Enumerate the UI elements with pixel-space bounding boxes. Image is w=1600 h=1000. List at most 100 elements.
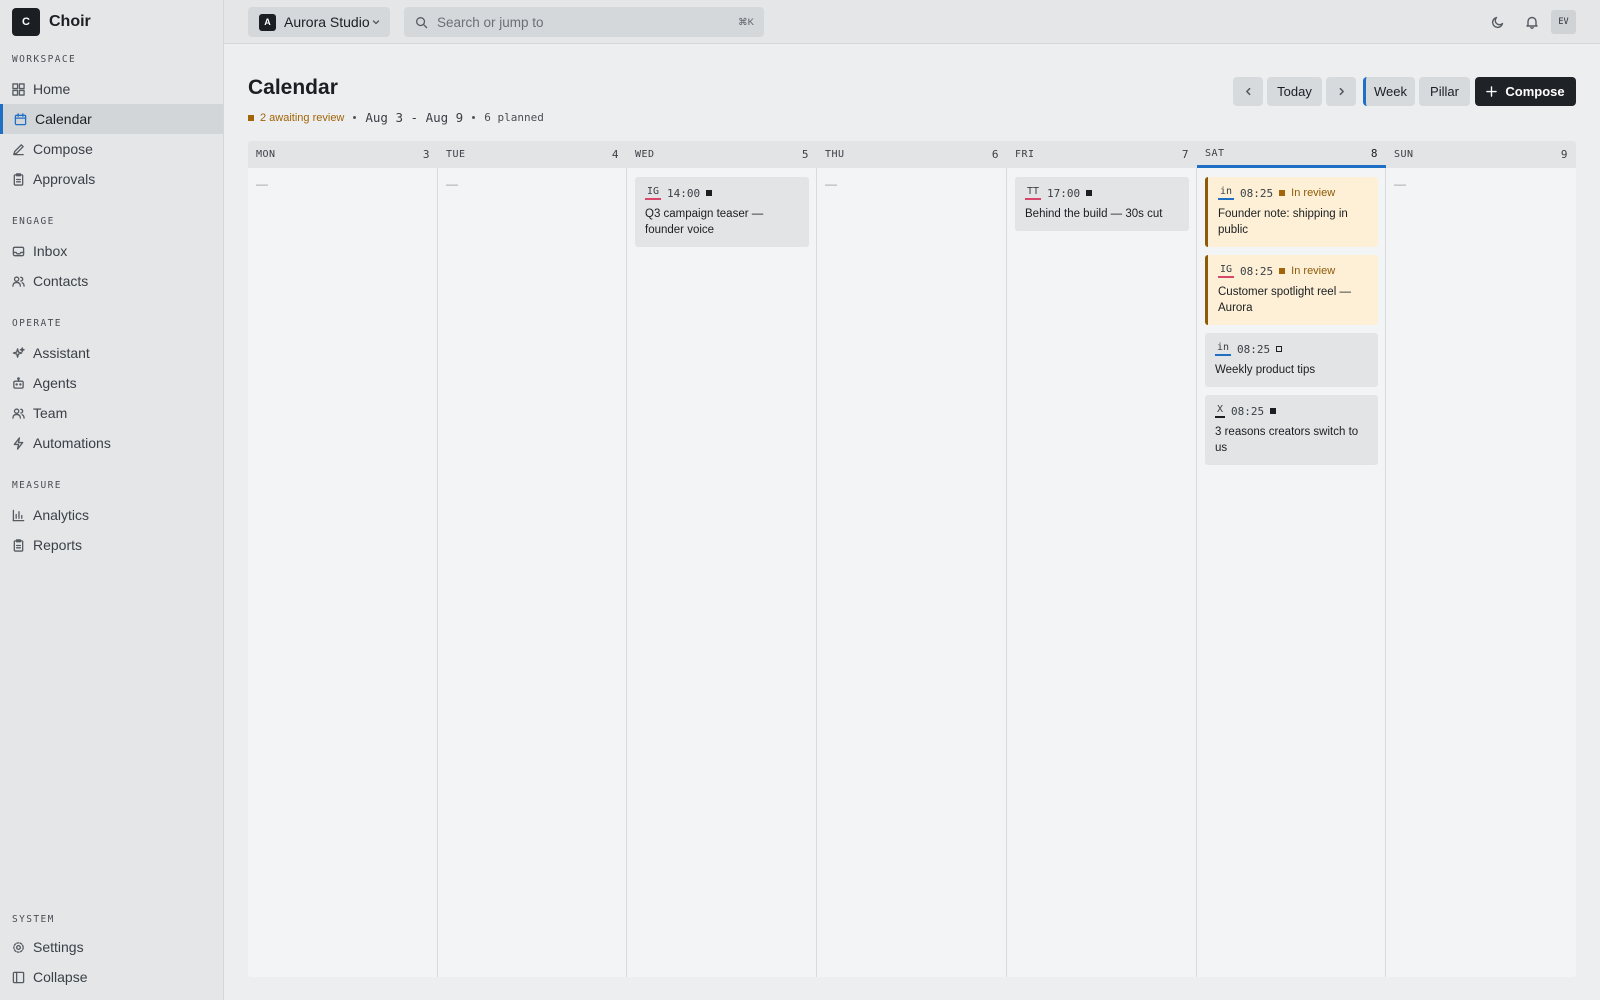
sidebar-item-analytics[interactable]: Analytics (0, 500, 223, 530)
sidebar-item-label: Compose (33, 141, 93, 157)
calendar-summary: 2 awaiting review Aug 3 - Aug 9 6 planne… (248, 110, 544, 125)
clipboard-icon (13, 172, 24, 186)
status-indicator (1276, 346, 1283, 352)
nav-heading-measure: MEASURE (12, 480, 62, 491)
sidebar-item-label: Calendar (35, 111, 92, 127)
compose-label: Compose (1505, 84, 1565, 99)
separator-dot (353, 116, 357, 119)
search-input[interactable]: Search or jump to ⌘K (404, 7, 764, 37)
empty-day-marker: — (256, 177, 268, 191)
sidebar-item-contacts[interactable]: Contacts (0, 266, 223, 296)
empty-day-marker: — (446, 177, 458, 191)
calendar-icon (14, 112, 27, 125)
post-card[interactable]: in 08:25 Weekly product tips (1205, 333, 1378, 387)
day-column-tue[interactable]: — (438, 168, 627, 977)
theme-toggle-button[interactable] (1488, 12, 1508, 32)
day-header-thu: THU 6 (817, 141, 1007, 168)
day-number: 3 (422, 148, 430, 161)
sidebar-item-team[interactable]: Team (0, 398, 223, 428)
search-shortcut: ⌘K (738, 16, 754, 28)
team-icon (12, 407, 25, 419)
gear-icon (13, 941, 24, 953)
post-time: 08:25 (1240, 186, 1274, 200)
day-name: FRI (1015, 149, 1035, 160)
prev-week-button[interactable] (1233, 77, 1263, 106)
day-header-tue: TUE 4 (438, 141, 627, 168)
nav-heading-system: SYSTEM (12, 914, 55, 925)
brand-name: Choir (49, 13, 91, 30)
grid-icon (12, 82, 25, 96)
sidebar-item-automations[interactable]: Automations (0, 428, 223, 458)
platform-badge: TT (1025, 186, 1042, 200)
day-name: SUN (1394, 149, 1414, 160)
post-title: Customer spotlight reel — Aurora (1218, 286, 1351, 314)
post-time: 08:25 (1240, 264, 1274, 278)
sidebar-item-compose[interactable]: Compose (0, 134, 223, 164)
sidebar-item-label: Collapse (33, 969, 88, 985)
nav-heading-workspace: WORKSPACE (12, 54, 77, 65)
day-column-mon[interactable]: — (248, 168, 438, 977)
post-card[interactable]: in 08:25 In review Founder note: shipping i… (1205, 177, 1378, 247)
sidebar-item-label: Settings (33, 939, 84, 955)
moon-icon (1491, 16, 1504, 29)
sidebar-item-settings[interactable]: Settings (0, 932, 223, 962)
post-title: Q3 campaign teaser — founder voice (645, 208, 764, 236)
sidebar-item-assistant[interactable]: Assistant (0, 338, 223, 368)
brand-logo: C (12, 8, 40, 36)
user-avatar[interactable]: EV (1551, 10, 1576, 34)
sidebar-item-collapse[interactable]: Collapse (0, 962, 223, 992)
platform-badge: IG (1218, 264, 1235, 278)
sidebar-item-inbox[interactable]: Inbox (0, 236, 223, 266)
sidebar-item-label: Inbox (33, 243, 68, 259)
sidebar-item-approvals[interactable]: Approvals (0, 164, 223, 194)
view-week-button[interactable]: Week (1363, 77, 1415, 106)
platform-badge: IG (645, 186, 662, 200)
search-placeholder: Search or jump to (437, 14, 544, 30)
post-card[interactable]: IG 08:25 In review Customer spotlight reel … (1205, 255, 1378, 325)
day-column-sat[interactable]: in 08:25 In review Founder note: shipping i… (1197, 168, 1386, 977)
notifications-button[interactable] (1522, 12, 1542, 32)
post-card[interactable]: X 08:25 3 reasons creators switch to us (1205, 395, 1378, 465)
day-column-wed[interactable]: IG 14:00 Q3 campaign teaser — founder voic… (627, 168, 817, 977)
post-time: 14:00 (667, 186, 701, 200)
calendar-week-grid: MON 3 — TUE 4 — WED 5 IG 14:00 Q3 campaign teaser … (248, 141, 1576, 977)
awaiting-review-link[interactable]: 2 awaiting review (260, 112, 344, 124)
day-column-fri[interactable]: TT 17:00 Behind the build — 30s cut (1007, 168, 1197, 977)
sidebar-item-reports[interactable]: Reports (0, 530, 223, 560)
empty-day-marker: — (825, 177, 837, 191)
day-name: MON (256, 149, 276, 160)
sparkle-icon (12, 346, 25, 358)
sidebar-item-calendar[interactable]: Calendar (0, 104, 223, 134)
nav-heading-engage: ENGAGE (12, 216, 55, 227)
day-header-sat: SAT 8 (1197, 141, 1386, 168)
sidebar-item-label: Home (33, 81, 71, 97)
post-time: 08:25 (1237, 342, 1271, 356)
day-column-thu[interactable]: — (817, 168, 1007, 977)
page-title: Calendar (248, 76, 338, 99)
sidebar-item-home[interactable]: Home (0, 74, 223, 104)
sidebar-item-agents[interactable]: Agents (0, 368, 223, 398)
day-number: 8 (1370, 146, 1378, 160)
plus-icon (1486, 86, 1498, 97)
status-indicator (1270, 408, 1277, 414)
pen-icon (13, 143, 24, 155)
workspace-switcher[interactable]: A Aurora Studio (248, 7, 390, 37)
sidebar-item-label: Approvals (33, 171, 96, 187)
post-card[interactable]: TT 17:00 Behind the build — 30s cut (1015, 177, 1189, 231)
day-column-sun[interactable]: — (1386, 168, 1576, 977)
inbox-icon (12, 246, 25, 256)
next-week-button[interactable] (1326, 77, 1356, 106)
bolt-icon (13, 436, 24, 450)
post-meta: TT 17:00 (1025, 186, 1179, 200)
status-indicator (1086, 190, 1093, 196)
platform-badge: in (1218, 186, 1235, 200)
compose-button[interactable]: Compose (1475, 77, 1576, 106)
bot-icon (13, 376, 24, 389)
brand[interactable]: C Choir (12, 8, 91, 36)
today-button[interactable]: Today (1267, 77, 1322, 106)
post-card[interactable]: IG 14:00 Q3 campaign teaser — founder voic… (635, 177, 809, 247)
post-title: Weekly product tips (1215, 364, 1316, 376)
view-pillar-button[interactable]: Pillar (1419, 77, 1470, 106)
workspace-avatar: A (259, 13, 276, 31)
status-indicator (1279, 268, 1286, 274)
